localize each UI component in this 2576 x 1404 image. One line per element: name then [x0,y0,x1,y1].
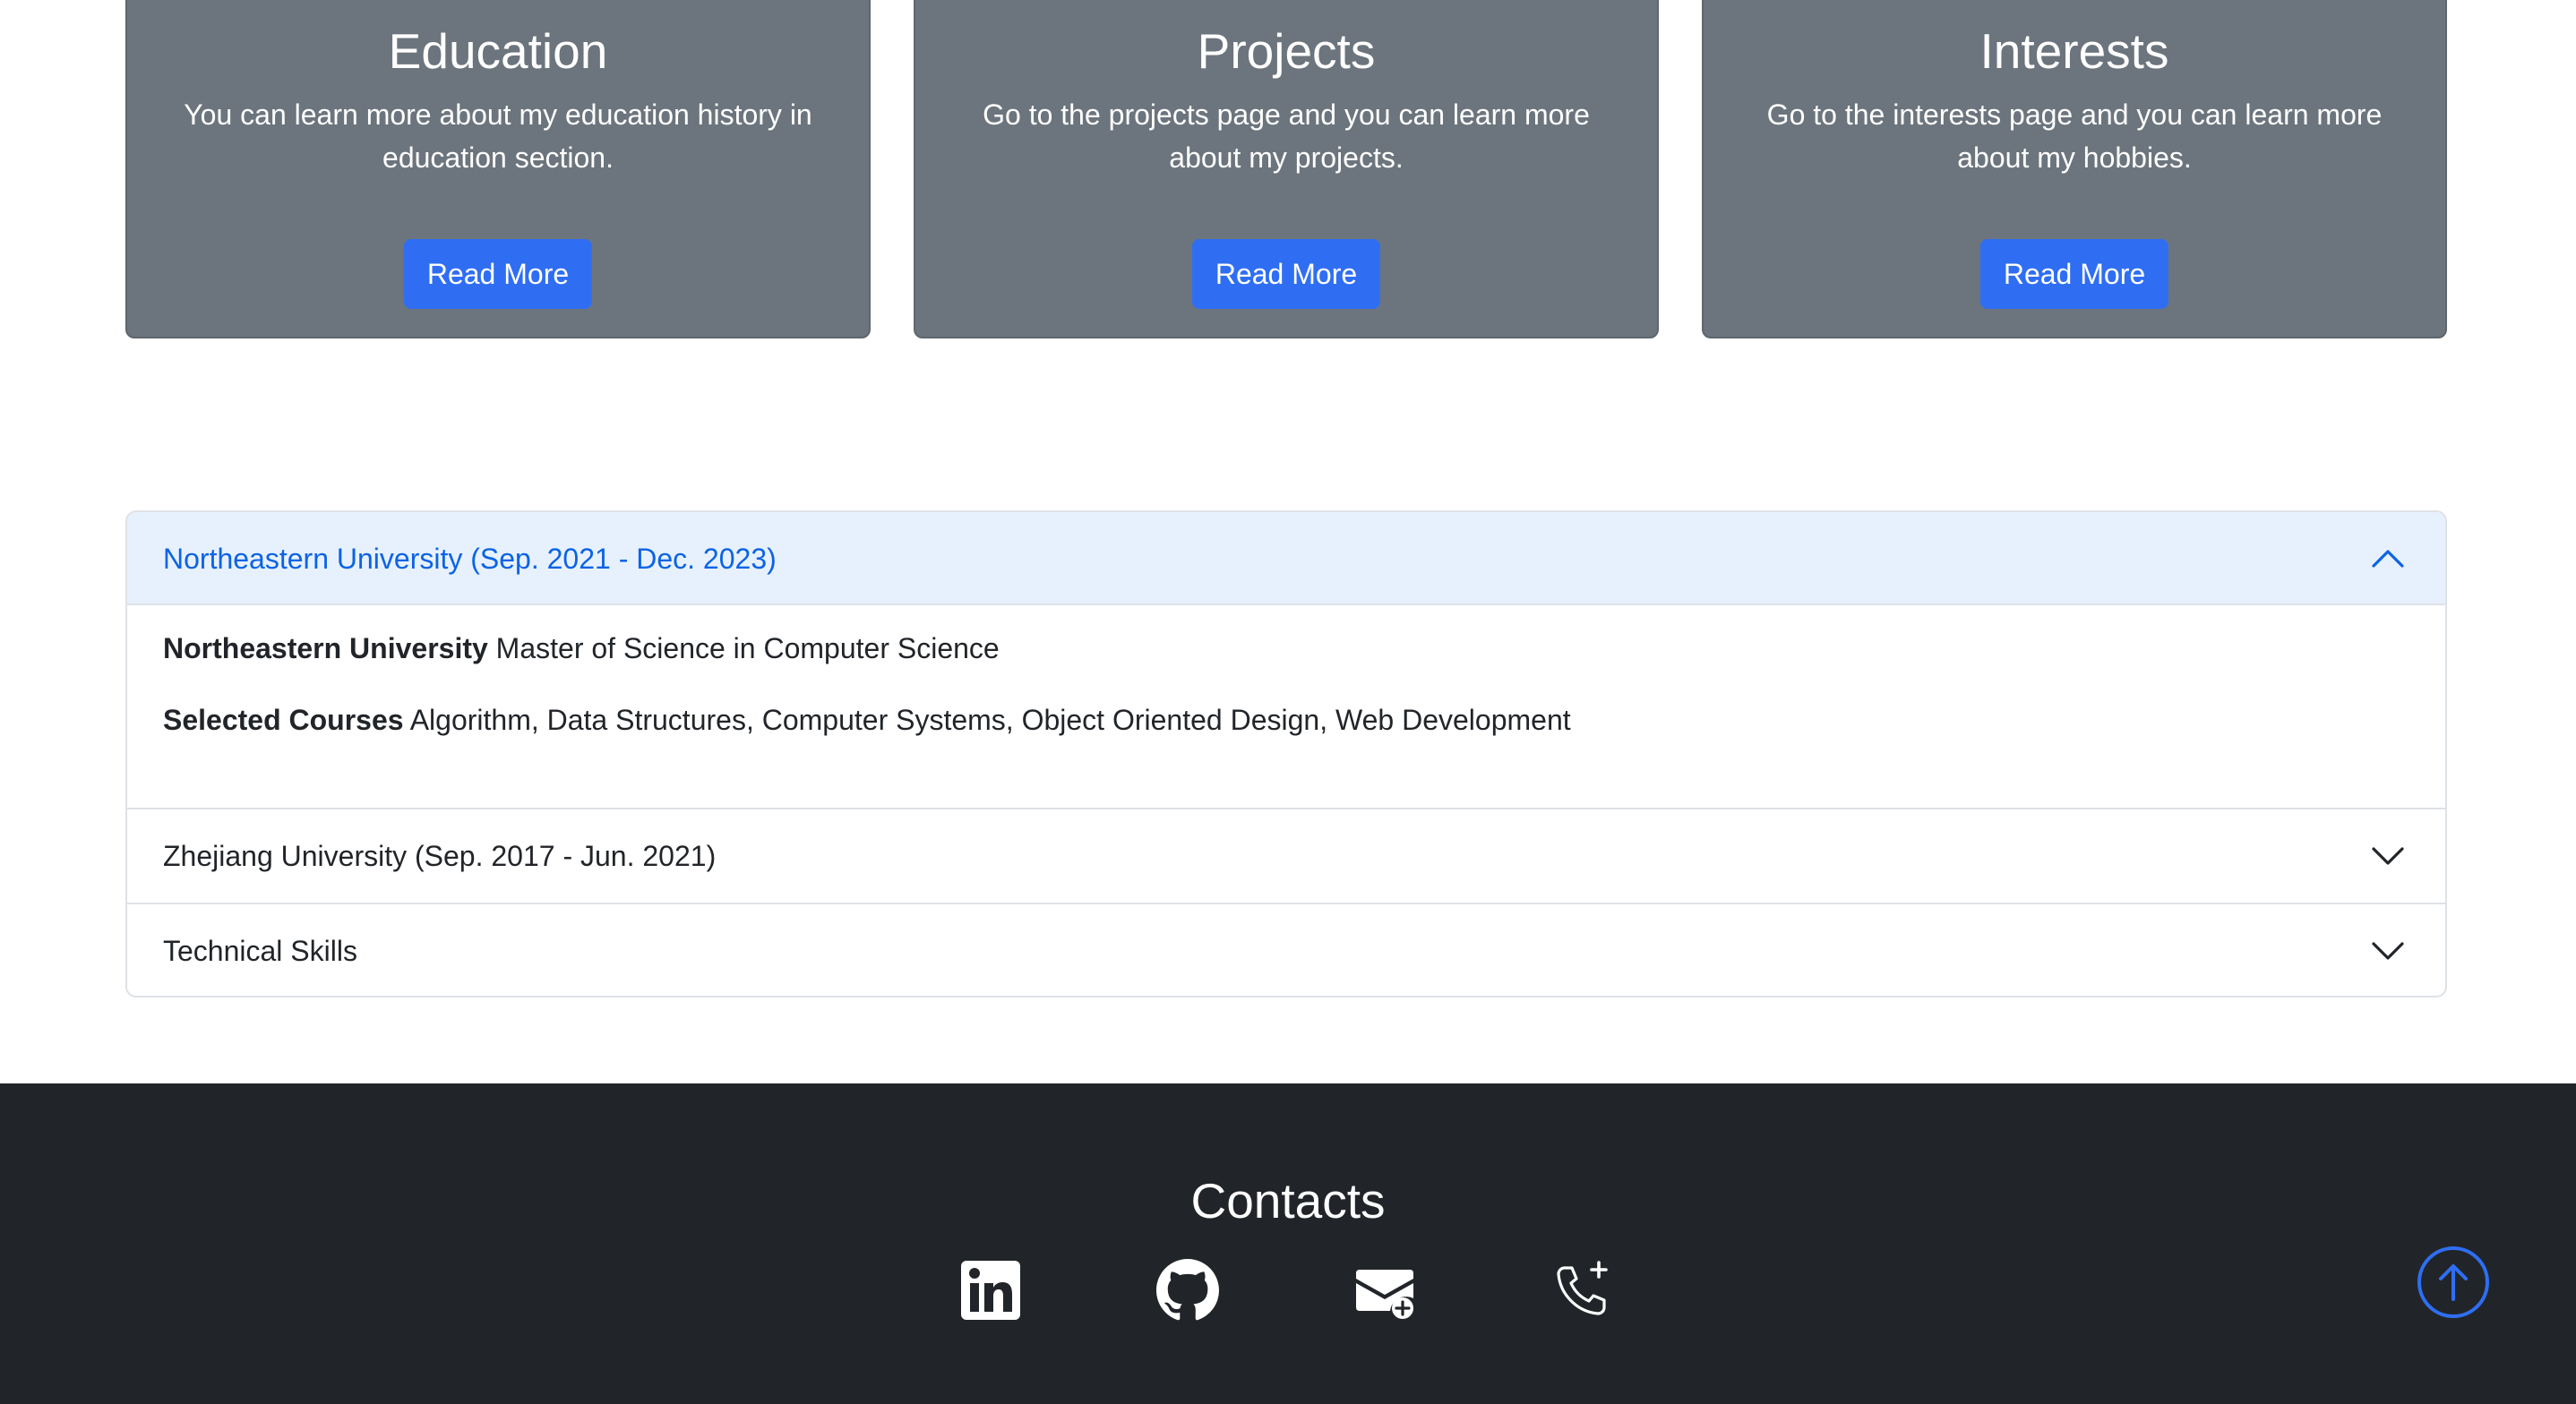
university-name: Northeastern University [163,632,488,664]
read-more-button-education[interactable]: Read More [403,239,593,309]
footer: Contacts [0,1083,2576,1404]
card-text: Go to the projects page and you can lear… [983,98,1590,174]
card-title: Interests [1979,23,2169,79]
card-title: Education [388,23,608,79]
phone-plus-icon[interactable] [1550,1259,1613,1322]
card-text: Go to the interests page and you can lea… [1766,98,2383,174]
github-icon[interactable] [1156,1259,1219,1322]
read-more-button-projects[interactable]: Read More [1191,239,1381,309]
read-more-button-interests[interactable]: Read More [1979,239,2169,309]
degree-line: Northeastern University Master of Scienc… [163,627,2409,670]
chevron-down-icon [2372,942,2404,960]
page: Education You can learn more about my ed… [0,0,2576,1404]
accordion-body-northeastern: Northeastern University Master of Scienc… [163,627,2409,770]
chevron-up-icon [2372,550,2404,568]
card-title: Projects [1197,23,1376,79]
card-text: You can learn more about my education hi… [184,98,812,174]
card-education: Education You can learn more about my ed… [125,0,871,338]
accordion-header-label: Zhejiang University (Sep. 2017 - Jun. 20… [163,840,717,872]
accordion-header-label: Northeastern University (Sep. 2021 - Dec… [163,543,777,575]
accordion-header-label: Technical Skills [163,935,357,967]
cards-row: Education You can learn more about my ed… [0,0,2576,340]
courses-label: Selected Courses [163,704,404,736]
education-accordion: Northeastern University (Sep. 2021 - Dec… [125,510,2447,997]
courses-line: Selected Courses Algorithm, Data Structu… [163,698,2409,741]
accordion-header-zhejiang[interactable]: Zhejiang University (Sep. 2017 - Jun. 20… [127,808,2445,901]
linkedin-icon[interactable] [959,1259,1022,1322]
card-projects: Projects Go to the projects page and you… [914,0,1659,338]
accordion-header-technical-skills[interactable]: Technical Skills [127,903,2445,996]
card-interests: Interests Go to the interests page and y… [1702,0,2447,338]
contacts-title: Contacts [1190,1173,1386,1228]
degree-text: Master of Science in Computer Science [487,632,1000,664]
courses-text: Algorithm, Data Structures, Computer Sys… [403,704,1571,736]
chevron-down-icon [2372,847,2404,865]
back-to-top-button[interactable] [2417,1246,2490,1319]
email-add-icon[interactable] [1353,1259,1416,1322]
accordion-header-northeastern[interactable]: Northeastern University (Sep. 2021 - Dec… [127,512,2445,605]
